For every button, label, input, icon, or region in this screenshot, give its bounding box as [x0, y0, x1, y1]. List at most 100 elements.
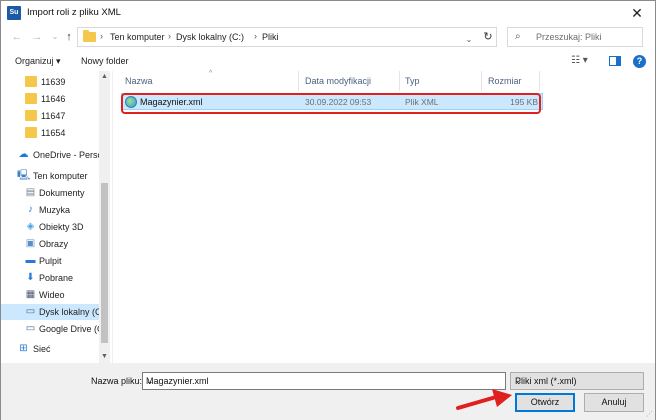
sidebar-item-label: Obiekty 3D — [39, 222, 84, 232]
sidebar-item-pobrane[interactable]: ⬇ Pobrane — [1, 270, 99, 286]
column-divider[interactable] — [481, 71, 482, 91]
network-icon: ⊞ — [19, 343, 28, 354]
sidebar-item-label: Ten komputer — [33, 171, 88, 181]
sidebar-item-label: OneDrive - Persor — [33, 150, 106, 160]
navigation-pane: 11639 11646 11647 11654 ☁ OneDrive - Per… — [1, 71, 111, 363]
column-divider[interactable] — [298, 71, 299, 91]
scroll-up-arrow-icon[interactable]: ▲ — [99, 72, 110, 82]
sidebar-item-label: Pulpit — [39, 256, 62, 266]
cancel-button[interactable]: Anuluj — [584, 393, 644, 412]
filename-input[interactable]: Magazynier.xml ⌄ — [142, 372, 506, 390]
filename-dropdown-chevron-icon[interactable]: ⌄ — [146, 376, 503, 387]
column-header-name[interactable]: Nazwa — [125, 76, 153, 86]
file-list: ^ Nazwa Data modyfikacji Typ Rozmiar Mag… — [113, 70, 653, 363]
new-folder-button[interactable]: Nowy folder — [81, 56, 129, 66]
up-arrow-icon[interactable]: ↑ — [61, 29, 77, 45]
folder-icon — [25, 93, 37, 104]
folder-icon — [25, 110, 37, 121]
drive-icon: ▭ — [25, 306, 36, 317]
sidebar-item-label: Sieć — [33, 344, 51, 354]
close-button[interactable]: ✕ — [623, 3, 651, 23]
sidebar-item-label: 11647 — [41, 111, 66, 121]
resize-grip-icon[interactable]: ⋰ — [646, 410, 653, 418]
sidebar-item-label: 11646 — [41, 94, 66, 104]
breadcrumb-separator: › — [100, 31, 103, 41]
sidebar-item-11639[interactable]: 11639 — [1, 74, 99, 90]
sidebar-item-dokumenty[interactable]: ▤ Dokumenty — [1, 185, 99, 201]
sidebar-item-label: Wideo — [39, 290, 65, 300]
pictures-icon: ▣ — [25, 238, 36, 249]
objects-3d-icon: ◈ — [26, 221, 35, 232]
folder-icon — [83, 30, 96, 42]
back-arrow-icon[interactable]: ← — [9, 29, 25, 45]
annotation-highlight-box — [121, 93, 541, 114]
open-button[interactable]: Otwórz — [515, 393, 575, 412]
sidebar-item-label: 11639 — [41, 77, 66, 87]
downloads-icon: ⬇ — [26, 272, 35, 283]
filetype-dropdown-chevron-icon: ⌄ — [515, 376, 523, 386]
folder-icon — [25, 76, 37, 87]
breadcrumb-pliki[interactable]: Pliki — [262, 32, 279, 42]
sidebar-item-wideo[interactable]: ▦ Wideo — [1, 287, 99, 303]
scroll-down-arrow-icon[interactable]: ▼ — [99, 352, 110, 362]
column-header-date[interactable]: Data modyfikacji — [305, 76, 371, 86]
address-bar[interactable]: › Ten komputer › Dysk lokalny (C:) › Pli… — [77, 27, 497, 47]
sidebar-item-11647[interactable]: 11647 — [1, 108, 99, 124]
sidebar-scrollbar[interactable]: ▲ ▼ — [99, 71, 110, 363]
breadcrumb-separator: › — [254, 31, 257, 41]
sidebar-item-obrazy[interactable]: ▣ Obrazy — [1, 236, 99, 252]
sidebar-item-obiekty-3d[interactable]: ◈ Obiekty 3D — [1, 219, 99, 235]
search-icon: ⌕ — [515, 31, 521, 42]
column-divider[interactable] — [539, 71, 540, 91]
sidebar-item-dysk-lokalny[interactable]: ▭ Dysk lokalny (C:) — [1, 304, 107, 320]
desktop-icon: ▬ — [25, 255, 36, 266]
music-icon: ♪ — [28, 204, 33, 215]
breadcrumb-dysk-lokalny[interactable]: Dysk lokalny (C:) — [176, 32, 244, 42]
video-icon: ▦ — [25, 289, 36, 300]
command-toolbar: Organizuj ▾ Nowy folder ☷ ▾ ? — [1, 53, 655, 71]
sidebar-item-11654[interactable]: 11654 — [1, 125, 99, 141]
sort-ascending-icon: ^ — [209, 70, 213, 77]
filetype-select[interactable]: Pliki xml (*.xml) ⌄ — [510, 372, 644, 390]
cloud-icon: ☁ — [18, 149, 29, 160]
search-input[interactable]: ⌕ Przeszukaj: Pliki — [507, 27, 643, 47]
computer-icon: 🖳 — [17, 170, 31, 181]
filename-label: Nazwa pliku: — [91, 376, 143, 386]
column-header-size[interactable]: Rozmiar — [488, 76, 522, 86]
help-icon[interactable]: ? — [633, 55, 646, 68]
sidebar-item-label: Pobrane — [39, 273, 74, 283]
sidebar-item-label: Muzyka — [39, 205, 71, 215]
sidebar-item-11646[interactable]: 11646 — [1, 91, 99, 107]
sidebar-item-label: Obrazy — [39, 239, 69, 249]
sidebar-item-muzyka[interactable]: ♪ Muzyka — [1, 202, 99, 218]
title-bar: Su Import roli z pliku XML ✕ — [1, 1, 655, 25]
search-placeholder: Przeszukaj: Pliki — [536, 32, 602, 42]
sidebar-item-label: Google Drive (G: — [39, 324, 107, 334]
view-options-icon[interactable]: ☷ ▾ — [571, 55, 588, 66]
forward-arrow-icon[interactable]: → — [29, 29, 45, 45]
breadcrumb-separator: › — [168, 31, 171, 41]
documents-icon: ▤ — [25, 187, 36, 198]
sidebar-item-label: 11654 — [41, 128, 66, 138]
column-header-type[interactable]: Typ — [405, 76, 420, 86]
sidebar-item-label: Dysk lokalny (C:) — [39, 307, 108, 317]
organize-menu-button[interactable]: Organizuj ▾ — [15, 56, 61, 67]
app-logo-icon: Su — [7, 6, 21, 20]
breadcrumb-ten-komputer[interactable]: Ten komputer — [110, 32, 165, 42]
sidebar-item-siec[interactable]: ⊞ Sieć — [1, 341, 99, 357]
folder-icon — [25, 127, 37, 138]
preview-pane-icon[interactable] — [609, 56, 621, 66]
dialog-footer: Nazwa pliku: Magazynier.xml ⌄ Pliki xml … — [1, 363, 655, 420]
refresh-icon[interactable]: ↻ — [480, 29, 496, 45]
sidebar-item-ten-komputer[interactable]: 🖳 Ten komputer — [1, 168, 99, 184]
annotation-arrow-icon — [456, 389, 512, 410]
navigation-bar: ← → ⌄ ↑ › Ten komputer › Dysk lokalny (C… — [1, 25, 655, 51]
sidebar-item-pulpit[interactable]: ▬ Pulpit — [1, 253, 99, 269]
drive-icon: ▭ — [25, 323, 36, 334]
address-dropdown-chevron-icon[interactable]: ⌄ — [462, 32, 476, 48]
scrollbar-thumb[interactable] — [101, 183, 108, 343]
sidebar-item-google-drive[interactable]: ▭ Google Drive (G: — [1, 321, 107, 337]
column-divider[interactable] — [399, 71, 400, 91]
window-title: Import roli z pliku XML — [27, 7, 121, 18]
sidebar-item-onedrive[interactable]: ☁ OneDrive - Persor — [1, 147, 106, 163]
